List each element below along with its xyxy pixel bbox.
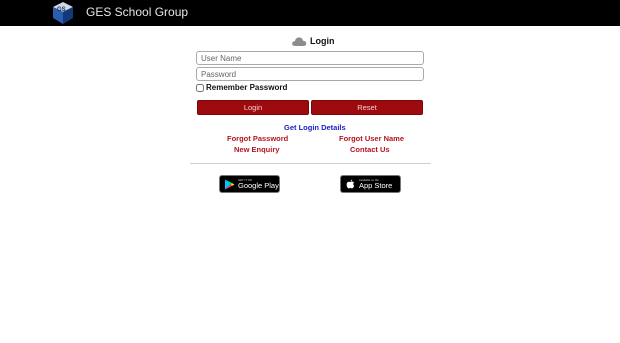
top-header-bar: GS GES School Group xyxy=(0,0,620,26)
login-title: Login xyxy=(310,36,335,46)
app-store-label: App Store xyxy=(359,180,393,190)
svg-text:GS: GS xyxy=(57,7,66,13)
login-heading: Login xyxy=(291,34,335,48)
cloud-icon xyxy=(292,37,307,46)
google-play-icon xyxy=(225,179,235,189)
reset-button[interactable]: Reset xyxy=(311,100,423,115)
password-input[interactable] xyxy=(196,67,424,81)
app-store-badge[interactable]: Available on the App Store xyxy=(340,175,401,193)
google-play-badge[interactable]: GET IT ON Google Play xyxy=(219,175,280,193)
contact-us-link[interactable]: Contact Us xyxy=(350,145,390,154)
forgot-password-link[interactable]: Forgot Password xyxy=(227,134,288,143)
apple-icon xyxy=(346,179,355,188)
login-button[interactable]: Login xyxy=(197,100,309,115)
remember-password-row[interactable]: Remember Password xyxy=(196,83,287,92)
remember-password-label: Remember Password xyxy=(206,83,288,92)
google-play-label: Google Play xyxy=(238,180,279,190)
get-login-details-link[interactable]: Get Login Details xyxy=(284,123,346,132)
section-divider xyxy=(190,163,431,164)
forgot-username-link[interactable]: Forgot User Name xyxy=(339,134,404,143)
ges-logo-icon[interactable]: GS xyxy=(50,1,76,25)
app-title: GES School Group xyxy=(86,5,189,19)
new-enquiry-link[interactable]: New Enquiry xyxy=(234,145,279,154)
remember-password-checkbox[interactable] xyxy=(196,83,204,92)
username-input[interactable] xyxy=(196,51,424,65)
